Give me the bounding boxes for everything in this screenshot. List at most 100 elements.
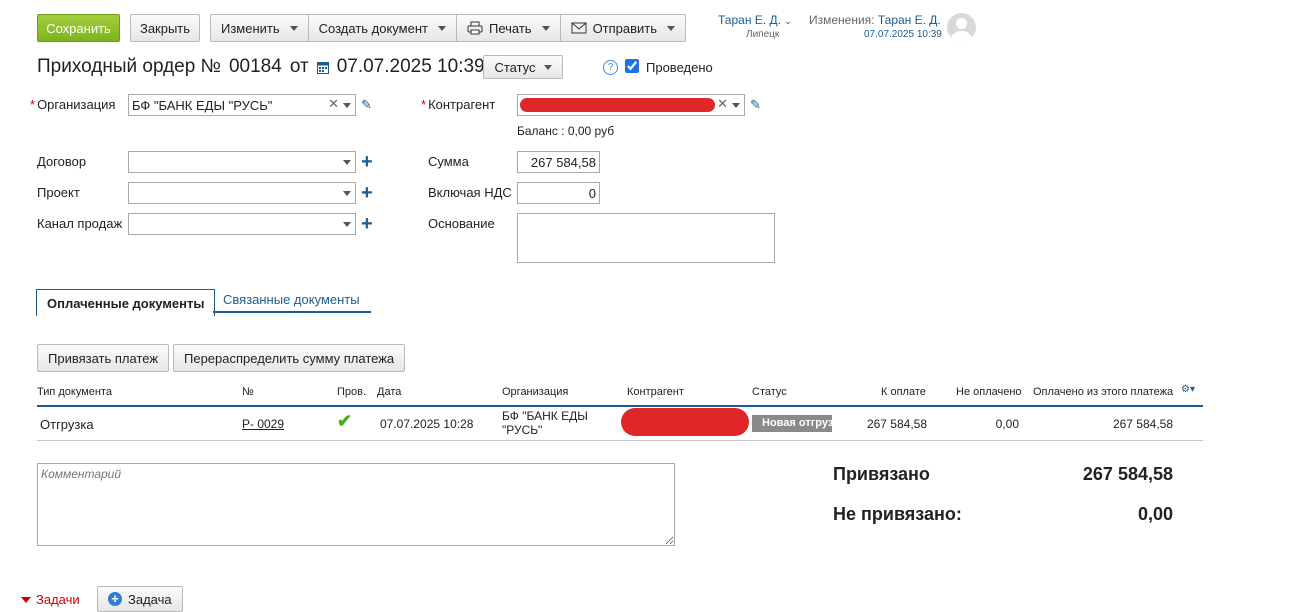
status-badge: Новая отгрузка: [752, 415, 832, 432]
chevron-down-icon[interactable]: [343, 103, 351, 108]
organization-label: * Организация: [30, 97, 116, 112]
gear-icon[interactable]: ⚙▾: [1181, 384, 1195, 395]
project-label: Проект: [37, 185, 80, 200]
save-button[interactable]: Сохранить: [37, 14, 120, 42]
contract-select[interactable]: [128, 151, 356, 173]
project-select[interactable]: [128, 182, 356, 204]
close-button[interactable]: Закрыть: [130, 14, 200, 42]
user-city: Липецк: [746, 29, 780, 40]
sum-label: Сумма: [428, 154, 469, 169]
chevron-down-icon[interactable]: [343, 191, 351, 196]
col-paid-from[interactable]: Оплачено из этого платежа: [1033, 386, 1173, 398]
counterparty-label: * Контрагент: [421, 97, 496, 112]
balance-text: Баланс : 0,00 руб: [517, 124, 615, 138]
chevron-down-icon[interactable]: [343, 160, 351, 165]
tasks-label: Задачи: [36, 592, 80, 607]
tab-paid-documents[interactable]: Оплаченные документы: [36, 289, 216, 316]
organization-value: БФ "БАНК ЕДЫ "РУСЬ": [132, 97, 273, 113]
row-to-pay: 267 584,58: [866, 417, 927, 431]
col-posted[interactable]: Пров.: [337, 386, 366, 398]
bind-payment-button[interactable]: Привязать платеж: [37, 344, 170, 372]
clear-icon[interactable]: ✕: [717, 96, 728, 112]
check-icon: ✔: [337, 411, 353, 431]
comment-textarea[interactable]: [37, 463, 675, 546]
help-icon[interactable]: ?: [603, 60, 618, 75]
add-contract-icon[interactable]: +: [361, 152, 373, 172]
row-org-line1: БФ "БАНК ЕДЫ: [502, 409, 588, 423]
vat-value: 0: [588, 185, 596, 201]
clear-icon[interactable]: ✕: [328, 96, 339, 112]
row-paid-from: 267 584,58: [1112, 417, 1173, 431]
redaction-mark: [520, 98, 715, 112]
row-org-line2: "РУСЬ": [502, 423, 543, 437]
organization-select[interactable]: БФ "БАНК ЕДЫ "РУСЬ" ✕: [128, 94, 356, 116]
add-task-label: Задача: [128, 591, 172, 607]
changes-user[interactable]: Таран Е. Д.: [878, 13, 941, 27]
col-unpaid[interactable]: Не оплачено: [956, 386, 1022, 398]
tab-linked-documents[interactable]: Связанные документы: [213, 287, 371, 313]
chevron-down-icon: [543, 64, 552, 70]
triangle-down-icon: [21, 596, 31, 603]
changes-label: Изменения:: [809, 13, 875, 27]
counterparty-select[interactable]: ✕: [517, 94, 745, 116]
pencil-icon[interactable]: ✎: [750, 97, 761, 113]
current-user[interactable]: Таран Е. Д. ⌄: [718, 13, 792, 27]
bound-value: 267 584,58: [1082, 464, 1173, 484]
title-label: Приходный ордер №: [37, 56, 221, 77]
row-date: 07.07.2025 10:28: [380, 417, 474, 431]
col-organization[interactable]: Организация: [502, 386, 568, 398]
document-date[interactable]: 07.07.2025 10:39: [337, 56, 485, 78]
changes-date: 07.07.2025 10:39: [864, 29, 942, 40]
row-unpaid: 0,00: [995, 417, 1019, 431]
col-to-pay[interactable]: К оплате: [881, 386, 926, 398]
sales-channel-select[interactable]: [128, 213, 356, 235]
print-button[interactable]: Печать: [456, 14, 561, 42]
tasks-toggle[interactable]: Задачи: [21, 592, 80, 607]
unbound-value: 0,00: [1137, 504, 1173, 524]
row-number-link[interactable]: Р- 0029: [242, 417, 284, 431]
avatar[interactable]: [947, 13, 976, 42]
row-type: Отгрузка: [40, 417, 94, 432]
posted-checkbox[interactable]: [625, 59, 639, 73]
edit-label: Изменить: [221, 20, 280, 36]
col-status[interactable]: Статус: [752, 386, 787, 398]
printer-icon: [467, 21, 483, 35]
contract-label: Договор: [37, 154, 87, 169]
user-name: Таран Е. Д.: [718, 13, 781, 27]
sales-channel-label: Канал продаж: [37, 216, 123, 231]
envelope-icon: [571, 22, 587, 34]
print-label: Печать: [488, 20, 532, 36]
toolbar-actions: Изменить Создать документ Печать Отправи…: [210, 14, 687, 42]
basis-textarea[interactable]: [517, 213, 775, 263]
redistribute-button[interactable]: Перераспределить сумму платежа: [173, 344, 406, 372]
chevron-down-icon: [667, 25, 676, 31]
status-button[interactable]: Статус: [483, 55, 563, 79]
calendar-icon[interactable]: [316, 61, 329, 74]
send-label: Отправить: [592, 20, 658, 36]
send-button[interactable]: Отправить: [560, 14, 687, 42]
col-type[interactable]: Тип документа: [37, 386, 112, 398]
chevron-down-icon: [541, 25, 550, 31]
vat-input[interactable]: 0: [517, 182, 600, 204]
col-counterparty[interactable]: Контрагент: [627, 386, 684, 398]
table-row[interactable]: Отгрузка Р- 0029 ✔ 07.07.2025 10:28 БФ "…: [37, 407, 1203, 441]
chevron-down-icon[interactable]: [343, 222, 351, 227]
add-sales-channel-icon[interactable]: +: [361, 214, 373, 234]
create-document-button[interactable]: Создать документ: [308, 14, 457, 42]
basis-label: Основание: [428, 216, 495, 231]
pencil-icon[interactable]: ✎: [361, 97, 372, 113]
chevron-down-icon[interactable]: [732, 103, 740, 108]
col-date[interactable]: Дата: [377, 386, 401, 398]
edit-button[interactable]: Изменить: [210, 14, 309, 42]
status-label: Статус: [494, 59, 536, 75]
document-number[interactable]: 00184: [229, 56, 282, 78]
chevron-down-icon: [289, 25, 298, 31]
add-task-button[interactable]: + Задача: [97, 586, 183, 612]
vat-label: Включая НДС: [428, 185, 512, 200]
add-project-icon[interactable]: +: [361, 183, 373, 203]
unbound-label: Не привязано:: [833, 504, 962, 524]
chevron-down-icon: ⌄: [784, 16, 792, 26]
bound-label: Привязано: [833, 464, 930, 484]
sum-input[interactable]: 267 584,58: [517, 151, 600, 173]
col-number[interactable]: №: [242, 386, 254, 398]
